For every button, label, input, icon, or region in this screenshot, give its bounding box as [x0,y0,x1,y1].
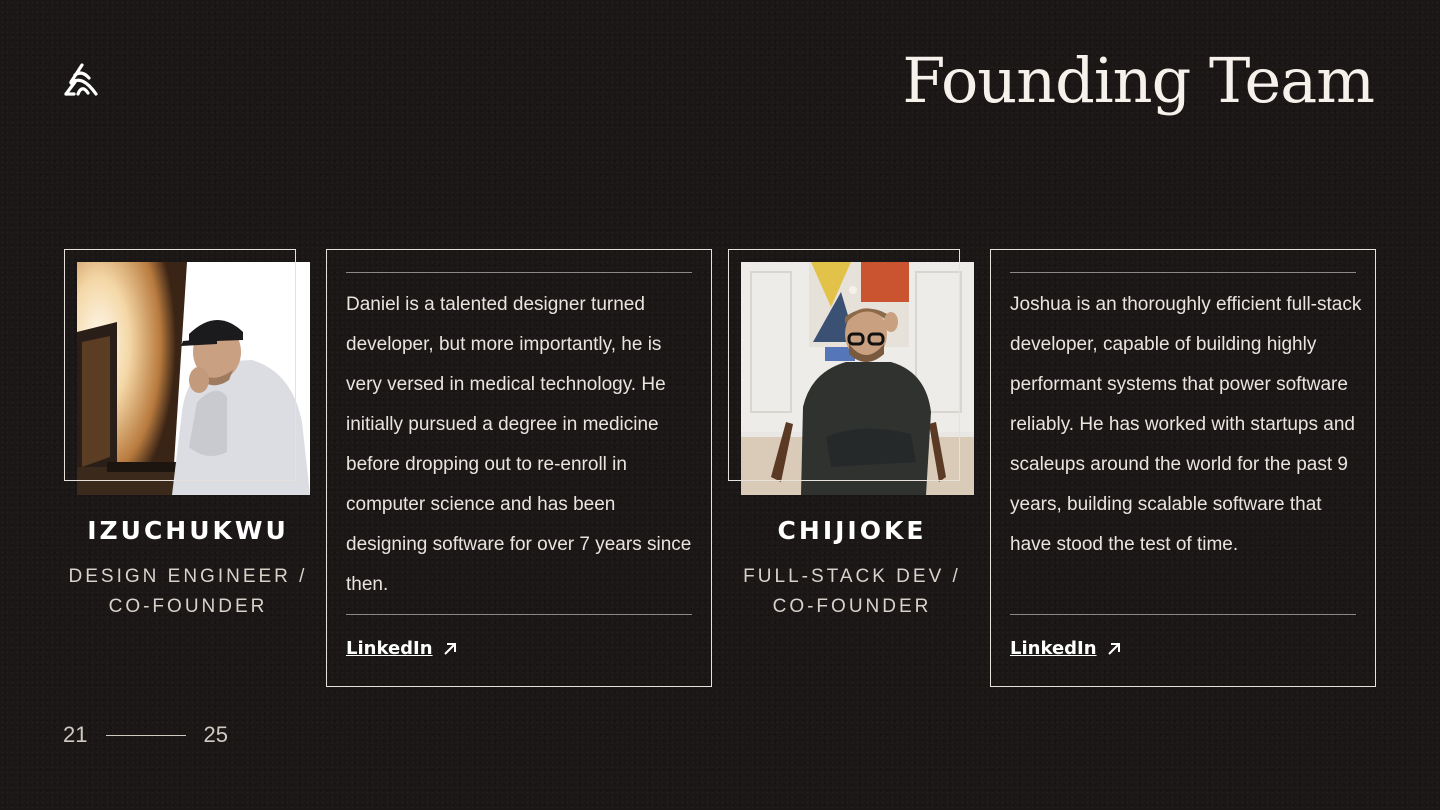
role-line: FULL-STACK DEV / [743,566,961,587]
total-pages: 25 [203,722,228,747]
slide-pagination: 21 25 [63,722,228,748]
role-line: CO-FOUNDER [108,596,268,617]
pagination-divider [106,734,187,736]
member-bio: Joshua is an thoroughly efficient full-s… [1010,294,1362,555]
member-role: DESIGN ENGINEER / CO-FOUNDER [64,562,312,622]
bio-card-izuchukwu: Daniel is a talented designer turned dev… [326,249,712,687]
arrow-up-right-icon [443,642,456,655]
member-bio: Daniel is a talented designer turned dev… [346,294,692,595]
member-role: FULL-STACK DEV / CO-FOUNDER [728,562,976,622]
linkedin-link[interactable]: LinkedIn [346,638,457,659]
linkedin-label: LinkedIn [1010,638,1097,659]
bio-card-chijioke: Joshua is an thoroughly efficient full-s… [990,249,1376,687]
photo-frame [64,249,296,481]
linkedin-link[interactable]: LinkedIn [1010,638,1121,659]
member-name: IZUCHUKWU [87,516,289,545]
divider [1010,614,1356,615]
role-line: CO-FOUNDER [772,596,932,617]
divider [1010,272,1356,273]
photo-frame [728,249,960,481]
member-name: CHIJIOKE [777,516,927,545]
member-photo-izuchukwu [64,249,310,495]
stacked-triangle-logo-icon [64,63,98,96]
current-page: 21 [63,722,88,747]
member-photo-chijioke [728,249,974,495]
linkedin-label: LinkedIn [346,638,433,659]
role-line: DESIGN ENGINEER / [68,566,308,587]
divider [346,272,692,273]
divider [346,614,692,615]
arrow-up-right-icon [1107,642,1120,655]
page-title: Founding Team [902,44,1375,117]
